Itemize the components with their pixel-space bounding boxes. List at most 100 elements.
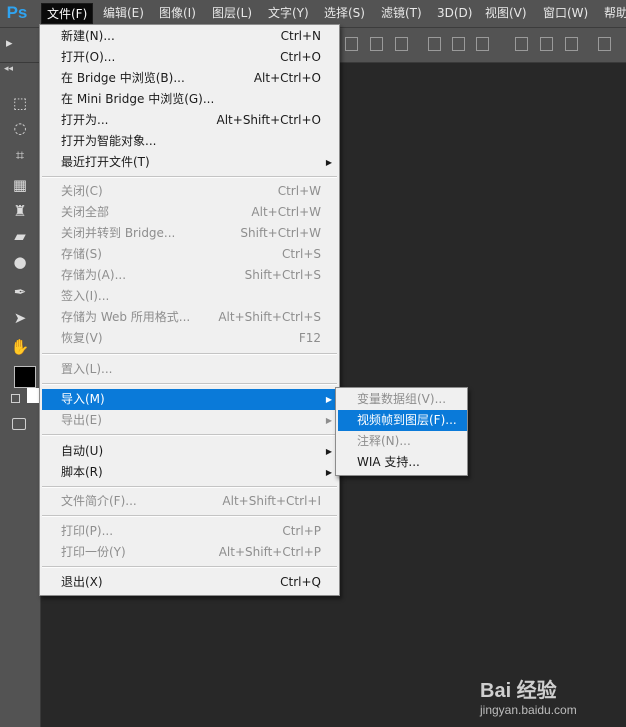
menu-item-close-all[interactable]: 关闭全部 Alt+Ctrl+W [42, 202, 337, 223]
align-left-icon[interactable] [428, 37, 441, 51]
menu-edit[interactable]: 编辑(E) [98, 3, 149, 24]
menu-item-label: 脚本(R) [61, 465, 103, 479]
menu-view[interactable]: 视图(V) [480, 3, 532, 24]
menu-item-shortcut: Ctrl+O [280, 50, 321, 64]
menu-item-label: 存储为(A)... [61, 268, 127, 282]
baidu-jingyan-watermark: Bai 经验 jingyan.baidu.com [478, 658, 626, 727]
submenu-item-notes[interactable]: 注释(N)... [338, 431, 467, 452]
menu-item-save[interactable]: 存储(S) Ctrl+S [42, 244, 337, 265]
menu-item-shortcut: Ctrl+P [282, 524, 321, 538]
menu-item-save-for-web[interactable]: 存储为 Web 所用格式... Alt+Shift+Ctrl+S [42, 307, 337, 328]
menu-item-close[interactable]: 关闭(C) Ctrl+W [42, 181, 337, 202]
menu-item-label: 关闭并转到 Bridge... [61, 226, 176, 240]
menu-image[interactable]: 图像(I) [154, 3, 201, 24]
menu-item-label: 视频帧到图层(F)... [357, 413, 457, 427]
menu-item-open[interactable]: 打开(O)... Ctrl+O [42, 47, 337, 68]
path-selection-icon[interactable]: ➤ [10, 308, 30, 328]
align-hcenter-icon[interactable] [452, 37, 465, 51]
menu-item-print-one-copy[interactable]: 打印一份(Y) Alt+Shift+Ctrl+P [42, 542, 337, 563]
menu-item-label: 存储(S) [61, 247, 102, 261]
menu-item-automate[interactable]: 自动(U) ▶ [42, 441, 337, 462]
menu-item-shortcut: Alt+Shift+Ctrl+I [222, 494, 321, 508]
submenu-item-variable-data-sets[interactable]: 变量数据组(V)... [338, 389, 467, 410]
submenu-arrow-icon: ▶ [325, 416, 332, 425]
menu-item-file-info[interactable]: 文件简介(F)... Alt+Shift+Ctrl+I [42, 491, 337, 512]
menu-item-close-go-bridge[interactable]: 关闭并转到 Bridge... Shift+Ctrl+W [42, 223, 337, 244]
menu-item-shortcut: Ctrl+S [281, 247, 321, 261]
menu-item-shortcut: Alt+Ctrl+W [251, 205, 321, 219]
submenu-item-video-frames-to-layers[interactable]: 视频帧到图层(F)... [338, 410, 467, 431]
align-vcenter-icon[interactable] [370, 37, 383, 51]
menu-item-label: 签入(I)... [61, 289, 110, 303]
menu-item-label: 存储为 Web 所用格式... [61, 310, 191, 324]
menu-item-recent-files[interactable]: 最近打开文件(T) ▶ [42, 152, 337, 173]
distribute-top-icon[interactable] [515, 37, 528, 51]
hand-tool-icon[interactable]: ✋ [10, 337, 30, 357]
default-colors-icon[interactable] [11, 394, 20, 403]
menu-item-label: WIA 支持... [357, 455, 420, 469]
submenu-item-wia-support[interactable]: WIA 支持... [338, 452, 467, 473]
menu-item-label: 在 Bridge 中浏览(B)... [61, 71, 185, 85]
menu-filter[interactable]: 滤镜(T) [376, 3, 427, 24]
submenu-arrow-icon: ▶ [325, 395, 332, 404]
menu-item-import[interactable]: 导入(M) ▶ [42, 389, 337, 410]
menu-item-shortcut: F12 [298, 331, 321, 345]
distribute-bottom-icon[interactable] [565, 37, 578, 51]
menu-item-label: 自动(U) [61, 444, 104, 458]
distribute-left-icon[interactable] [598, 37, 611, 51]
align-top-icon[interactable] [345, 37, 358, 51]
eraser-tool-icon[interactable]: ▰ [10, 226, 30, 246]
menu-3d[interactable]: 3D(D) [432, 3, 477, 24]
pen-tool-icon[interactable]: ✒ [10, 282, 30, 302]
clone-stamp-icon[interactable]: ♜ [10, 201, 30, 221]
menu-item-shortcut: Alt+Shift+Ctrl+O [216, 113, 321, 127]
blur-tool-icon[interactable]: ● [10, 252, 30, 272]
move-tool-icon[interactable]: ▸ [6, 36, 13, 51]
quick-mask-icon[interactable] [12, 418, 26, 430]
menu-item-label: 打开为... [61, 113, 109, 127]
menu-item-label: 退出(X) [61, 575, 103, 589]
photoshop-logo: Ps [6, 3, 28, 22]
menu-item-shortcut: Ctrl+N [280, 29, 321, 43]
menu-item-save-as[interactable]: 存储为(A)... Shift+Ctrl+S [42, 265, 337, 286]
menu-item-revert[interactable]: 恢复(V) F12 [42, 328, 337, 349]
menu-item-place[interactable]: 置入(L)... [42, 359, 337, 380]
align-bottom-icon[interactable] [395, 37, 408, 51]
lasso-tool-icon[interactable]: ◌ [10, 118, 30, 138]
file-menu-dropdown: 新建(N)... Ctrl+N 打开(O)... Ctrl+O 在 Bridge… [39, 24, 340, 596]
menu-item-open-as[interactable]: 打开为... Alt+Shift+Ctrl+O [42, 110, 337, 131]
menu-layer[interactable]: 图层(L) [207, 3, 257, 24]
menu-separator [42, 486, 337, 488]
marquee-tool-icon[interactable]: ⬚ [10, 93, 30, 113]
menu-item-shortcut: Alt+Ctrl+O [253, 71, 321, 85]
menu-item-check-in[interactable]: 签入(I)... [42, 286, 337, 307]
crop-tool-icon[interactable]: ⌗ [10, 145, 30, 165]
foreground-color-swatch[interactable] [14, 366, 36, 388]
menu-item-export[interactable]: 导出(E) ▶ [42, 410, 337, 431]
submenu-arrow-icon: ▶ [325, 468, 332, 477]
menu-type[interactable]: 文字(Y) [263, 3, 314, 24]
menu-help[interactable]: 帮助 [599, 3, 626, 24]
menu-separator [42, 353, 337, 355]
menu-item-new[interactable]: 新建(N)... Ctrl+N [42, 26, 337, 47]
align-right-icon[interactable] [476, 37, 489, 51]
menu-item-shortcut: Ctrl+W [277, 184, 321, 198]
menu-window[interactable]: 窗口(W) [538, 3, 593, 24]
menu-item-shortcut: Shift+Ctrl+S [244, 268, 321, 282]
menu-item-print[interactable]: 打印(P)... Ctrl+P [42, 521, 337, 542]
menu-item-open-smart-object[interactable]: 打开为智能对象... [42, 131, 337, 152]
healing-brush-icon[interactable]: ▦ [10, 175, 30, 195]
menu-item-exit[interactable]: 退出(X) Ctrl+Q [42, 572, 337, 593]
menu-item-browse-bridge[interactable]: 在 Bridge 中浏览(B)... Alt+Ctrl+O [42, 68, 337, 89]
menu-select[interactable]: 选择(S) [319, 3, 370, 24]
menu-item-shortcut: Alt+Shift+Ctrl+S [218, 310, 321, 324]
import-submenu: 变量数据组(V)... 视频帧到图层(F)... 注释(N)... WIA 支持… [335, 387, 468, 476]
menu-file[interactable]: 文件(F) [41, 3, 94, 24]
menu-item-label: 在 Mini Bridge 中浏览(G)... [61, 92, 215, 106]
menu-item-scripts[interactable]: 脚本(R) ▶ [42, 462, 337, 483]
collapse-panel-icon[interactable]: ◂◂ [4, 64, 13, 74]
menu-item-label: 恢复(V) [61, 331, 103, 345]
menu-item-browse-mini-bridge[interactable]: 在 Mini Bridge 中浏览(G)... [42, 89, 337, 110]
distribute-vcenter-icon[interactable] [540, 37, 553, 51]
menu-item-label: 关闭全部 [61, 205, 110, 219]
